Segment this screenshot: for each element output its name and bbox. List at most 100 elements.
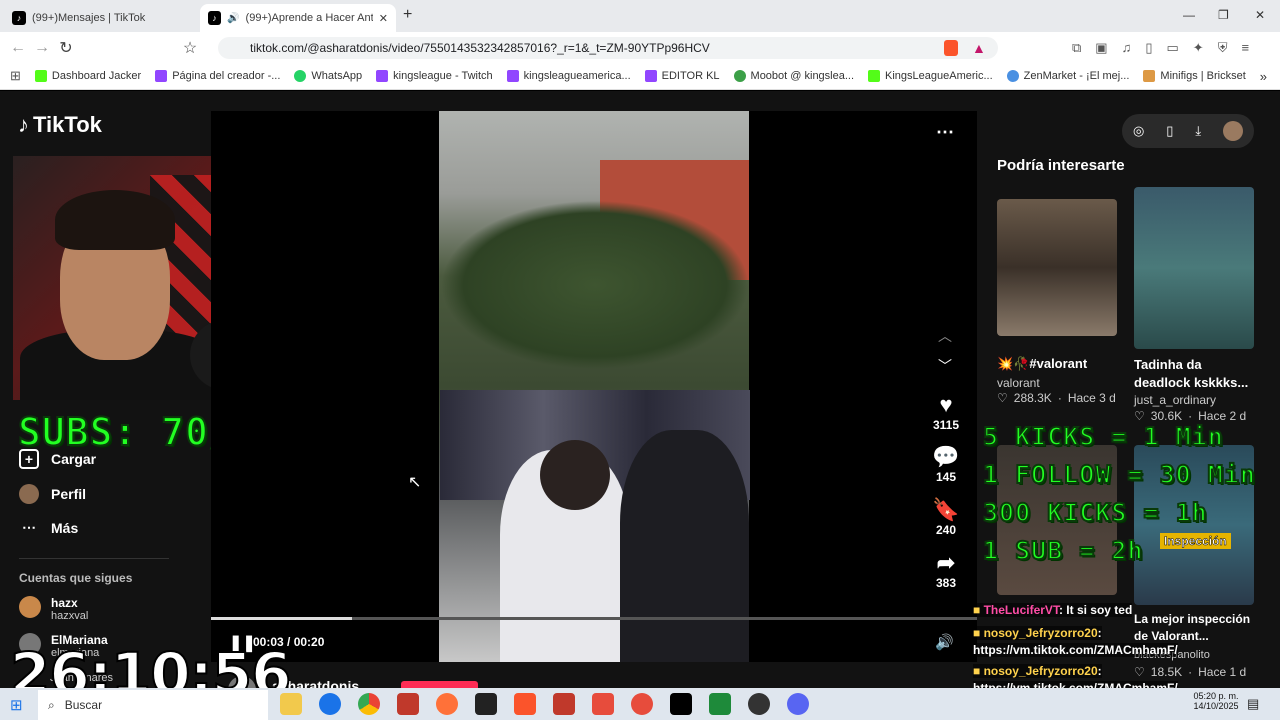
back-icon[interactable]: ← xyxy=(6,39,30,57)
url-field[interactable]: tiktok.com/@asharatdonis/video/755014353… xyxy=(218,37,998,59)
compass-icon[interactable]: ◎ xyxy=(1133,123,1144,139)
apps-icon[interactable]: ⊞ xyxy=(10,68,21,84)
valorant-app-icon[interactable] xyxy=(397,693,419,715)
rule-line: 1 FOLLOW = 30 Min xyxy=(982,459,1256,490)
chat-line: ■ nosoy_Jefryzorro20: xyxy=(973,664,1102,678)
tab-mensajes[interactable]: ♪ (99+)Mensajes | TikTok xyxy=(4,4,200,32)
toolbar-icons: ⧉ ▣ ♫ ▯ ▭ ✦ ⛨ ≡ xyxy=(1072,40,1249,56)
forward-icon[interactable]: → xyxy=(30,39,54,57)
more-options-icon[interactable]: ⋯ xyxy=(936,122,954,143)
sidebar-icon[interactable]: ▯ xyxy=(1145,40,1152,56)
chat-user: nosoy_Jefryzorro20 xyxy=(983,664,1098,678)
tiktok-app-icon[interactable] xyxy=(670,693,692,715)
save-count: 240 xyxy=(935,523,957,537)
brave-icon[interactable] xyxy=(514,693,536,715)
bookmark-item[interactable]: Dashboard Jacker xyxy=(34,70,141,82)
share-button[interactable]: ➦ 383 xyxy=(926,550,966,590)
tab-title: (99+)Mensajes | TikTok xyxy=(32,12,146,24)
heart-icon: ♥ xyxy=(939,392,953,417)
clock[interactable]: 05:20 p. m. 14/10/2025 xyxy=(1186,691,1246,711)
more-bookmarks-icon[interactable]: » xyxy=(1260,69,1267,84)
wallet-icon[interactable]: ▭ xyxy=(1167,40,1179,56)
file-explorer-icon[interactable] xyxy=(280,693,302,715)
share-count: 383 xyxy=(935,576,957,590)
taskbar-search[interactable]: ⌕ Buscar xyxy=(38,690,268,720)
new-tab-button[interactable]: + xyxy=(403,6,412,24)
follow-button[interactable] xyxy=(401,681,478,688)
notifications-icon[interactable]: ▤ xyxy=(1247,696,1259,712)
sidebar-label: Perfil xyxy=(51,486,87,502)
speaker-icon[interactable]: 🔊 xyxy=(227,13,239,24)
related-author-2[interactable]: just_a_ordinary xyxy=(1134,393,1216,407)
cortana-icon[interactable] xyxy=(319,693,341,715)
related-title-1[interactable]: 💥🥀#valorant xyxy=(997,356,1087,372)
bookmark-label: Minifigs | Brickset xyxy=(1160,70,1246,82)
screenshot-icon[interactable]: ▣ xyxy=(1095,40,1107,56)
menu-icon[interactable]: ≡ xyxy=(1241,40,1249,56)
related-thumb-1[interactable] xyxy=(997,199,1117,336)
tab-aprende[interactable]: ♪ 🔊 (99+)Aprende a Hacer Antor ✕ xyxy=(200,4,396,32)
brave-rewards-icon[interactable]: ▲ xyxy=(972,40,986,56)
capcut-icon[interactable] xyxy=(475,693,497,715)
chat-badge-icon: ■ xyxy=(973,626,984,640)
comment-icon: 💬 xyxy=(932,444,960,469)
bookmark-label: kingsleague - Twitch xyxy=(393,70,493,82)
download-icon[interactable]: ⤓ xyxy=(1195,123,1201,139)
bookmark-label: Página del creador -... xyxy=(172,70,281,82)
close-tab-icon[interactable]: ✕ xyxy=(379,12,388,25)
chat-message: : xyxy=(1097,664,1102,678)
bookmark-item[interactable]: EDITOR KL xyxy=(644,70,720,82)
bookmark-item[interactable]: Página del creador -... xyxy=(155,70,280,82)
user-avatar[interactable] xyxy=(1223,121,1244,141)
maximize-button[interactable]: ❐ xyxy=(1218,8,1229,22)
chat-user: nosoy_Jefryzorro20 xyxy=(983,626,1098,640)
related-title-3[interactable]: La mejor inspección de Valorant... xyxy=(1134,611,1254,645)
maps-pin-icon[interactable] xyxy=(631,693,653,715)
windows-start-icon[interactable]: ⊞ xyxy=(10,696,23,714)
brave-shield-icon[interactable] xyxy=(944,40,958,56)
following-item[interactable]: hazx hazxval xyxy=(19,596,88,622)
bookmark-item[interactable]: kingsleagueamerica... xyxy=(506,70,631,82)
bookmark-item[interactable]: Minifigs | Brickset xyxy=(1143,70,1246,82)
bookmark-item[interactable]: ZenMarket - ¡El mej... xyxy=(1006,70,1129,82)
comment-button[interactable]: 💬 145 xyxy=(926,444,966,484)
app-icon[interactable] xyxy=(709,693,731,715)
close-window-button[interactable]: ✕ xyxy=(1255,8,1265,22)
related-title: Podría interesarte xyxy=(997,157,1125,174)
bookmark-icon[interactable]: ☆ xyxy=(178,38,202,58)
related-author-1[interactable]: valorant xyxy=(997,376,1040,390)
minimize-button[interactable]: — xyxy=(1183,8,1195,22)
vpn-icon[interactable]: ⛨ xyxy=(1218,40,1228,56)
bookmark-icon xyxy=(1143,70,1156,82)
chat-line: ■ TheLuciferVT: It si soy ted xyxy=(973,603,1133,617)
volume-icon[interactable]: 🔊 xyxy=(935,633,954,651)
chrome-icon[interactable] xyxy=(358,693,380,715)
bookmark-item[interactable]: kingsleague - Twitch xyxy=(376,70,493,82)
sidebar-item-profile[interactable]: Perfil xyxy=(19,484,86,504)
prev-video-icon[interactable]: ︿ xyxy=(938,326,952,346)
rule-line: 1 SUB = 2h xyxy=(982,535,1144,566)
logo-text: TikTok xyxy=(33,112,102,137)
obs-icon[interactable] xyxy=(748,693,770,715)
bookmark-item[interactable]: KingsLeagueAmeric... xyxy=(868,70,993,82)
leo-icon[interactable]: ✦ xyxy=(1193,40,1204,56)
sidebar-item-upload[interactable]: + Cargar xyxy=(19,449,96,469)
like-button[interactable]: ♥ 3115 xyxy=(926,392,966,432)
tiktok-logo[interactable]: ♪ TikTok xyxy=(18,112,102,138)
bookmark-item[interactable]: WhatsApp xyxy=(294,70,362,82)
related-thumb-2[interactable] xyxy=(1134,187,1254,349)
music-icon[interactable]: ♫ xyxy=(1122,40,1132,56)
phone-icon[interactable]: ▯ xyxy=(1166,123,1173,139)
next-video-icon[interactable]: ﹀ xyxy=(938,356,952,376)
discord-icon[interactable] xyxy=(787,693,809,715)
app-icon[interactable] xyxy=(592,693,614,715)
related-title-2[interactable]: Tadinha da deadlock kskkks... xyxy=(1134,356,1254,392)
sidebar-item-more[interactable]: ⋯ Más xyxy=(19,519,78,536)
save-button[interactable]: 🔖 240 xyxy=(926,497,966,537)
voicemeeter-icon[interactable] xyxy=(553,693,575,715)
bookmark-item[interactable]: Moobot @ kingslea... xyxy=(733,70,854,82)
more-icon: ⋯ xyxy=(22,519,36,535)
reload-icon[interactable]: ↻ xyxy=(54,38,78,58)
extensions-icon[interactable]: ⧉ xyxy=(1072,40,1081,56)
firefox-icon[interactable] xyxy=(436,693,458,715)
